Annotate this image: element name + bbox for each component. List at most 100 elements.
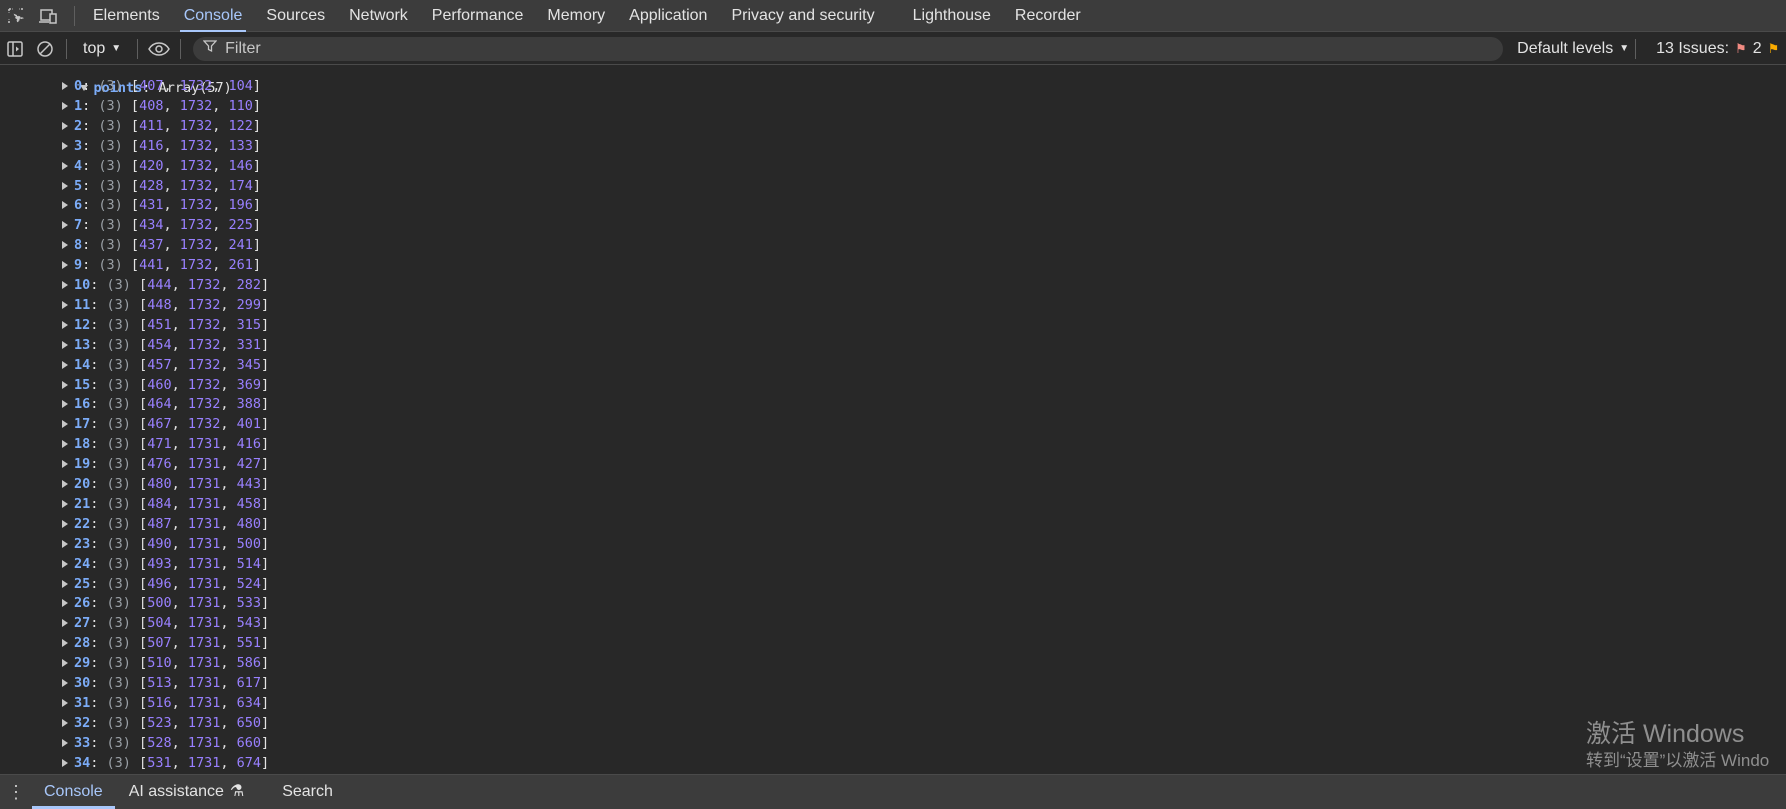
collapsed-triangle-icon[interactable] [62,400,68,409]
collapsed-triangle-icon[interactable] [62,480,68,488]
array-entry-row[interactable]: 8: (3) [437, 1732, 241] [62,235,261,255]
context-selector[interactable]: top ▼ [73,40,131,58]
collapsed-triangle-icon[interactable] [62,121,68,130]
collapsed-triangle-icon[interactable] [62,161,68,170]
collapsed-triangle-icon[interactable] [62,281,68,289]
array-entry-row[interactable]: 20: (3) [480, 1731, 443] [62,474,269,494]
tab-elements[interactable]: Elements [81,0,172,32]
collapsed-triangle-icon[interactable] [62,519,68,528]
collapsed-triangle-icon[interactable] [62,141,68,150]
drawer-tab-console[interactable]: Console [32,775,115,809]
filter-input[interactable]: Filter [193,36,1504,61]
array-entry-row[interactable]: 1: (3) [408, 1732, 110] [62,96,261,116]
collapsed-triangle-icon[interactable] [62,679,68,687]
collapsed-triangle-icon[interactable] [62,718,68,727]
array-entry-row[interactable]: 11: (3) [448, 1732, 299] [62,295,269,315]
collapsed-triangle-icon[interactable] [62,579,68,588]
array-entry-row[interactable]: 24: (3) [493, 1731, 514] [62,554,269,574]
collapsed-triangle-icon[interactable] [62,201,68,210]
array-entry-row[interactable]: 5: (3) [428, 1732, 174] [62,176,261,196]
array-entry-row[interactable]: 27: (3) [504, 1731, 543] [62,613,269,633]
array-entry-row[interactable]: 3: (3) [416, 1732, 133] [62,136,261,156]
collapsed-triangle-icon[interactable] [62,420,68,429]
sidebar-toggle-icon[interactable] [0,34,30,64]
collapsed-triangle-icon[interactable] [62,101,68,110]
collapsed-triangle-icon[interactable] [62,738,68,747]
entry-number: 1731 [187,754,221,771]
divider [1635,38,1637,59]
entry-index: 13 [74,336,91,353]
clear-console-icon[interactable] [30,34,60,64]
collapsed-triangle-icon[interactable] [62,340,68,349]
array-entry-row[interactable]: 28: (3) [507, 1731, 551] [62,633,269,653]
collapsed-triangle-icon[interactable] [62,639,68,648]
drawer-tab-ai-assistance[interactable]: AI assistance ⚗ [117,775,257,809]
array-entry-row[interactable]: 0: (3) [407, 1732, 104] [62,76,261,96]
array-entry-row[interactable]: 33: (3) [528, 1731, 660] [62,733,269,753]
collapsed-triangle-icon[interactable] [62,320,68,329]
collapsed-triangle-icon[interactable] [62,221,68,230]
array-entry-row[interactable]: 32: (3) [523, 1731, 650] [62,713,269,733]
collapsed-triangle-icon[interactable] [62,659,68,668]
array-entry-row[interactable]: 25: (3) [496, 1731, 524] [62,574,269,594]
array-entry-row[interactable]: 17: (3) [467, 1732, 401] [62,414,269,434]
array-entry-row[interactable]: 4: (3) [420, 1732, 146] [62,156,261,176]
tab-lighthouse[interactable]: Lighthouse [901,0,1003,32]
array-entry-row[interactable]: 14: (3) [457, 1732, 345] [62,355,269,375]
tab-application[interactable]: Application [617,0,719,32]
collapsed-triangle-icon[interactable] [62,460,68,469]
collapsed-triangle-icon[interactable] [62,619,68,628]
collapsed-triangle-icon[interactable] [62,559,68,568]
tab-memory[interactable]: Memory [535,0,617,32]
collapsed-triangle-icon[interactable] [62,360,68,369]
drawer-tab-search[interactable]: Search [270,775,345,809]
more-options-icon[interactable]: ⋮ [0,782,32,803]
array-entry-row[interactable]: 22: (3) [487, 1731, 480] [62,514,269,534]
inspect-element-icon[interactable] [0,0,32,32]
array-entry-row[interactable]: 9: (3) [441, 1732, 261] [62,255,261,275]
array-entry-row[interactable]: 16: (3) [464, 1732, 388] [62,394,269,414]
collapsed-triangle-icon[interactable] [62,300,68,309]
entry-number: 1732 [179,237,213,254]
array-entry-row[interactable]: 30: (3) [513, 1731, 617] [62,673,269,693]
array-entry-row[interactable]: 18: (3) [471, 1731, 416] [62,434,269,454]
array-entry-row[interactable]: 10: (3) [444, 1732, 282] [62,275,269,295]
array-entry-row[interactable]: 7: (3) [434, 1732, 225] [62,215,261,235]
device-toolbar-icon[interactable] [32,0,64,32]
array-entry-row[interactable]: 26: (3) [500, 1731, 533] [62,593,269,613]
collapsed-triangle-icon[interactable] [62,539,68,548]
issues-button[interactable]: 13 Issues: ⚑ 2 ⚑ [1656,40,1779,58]
collapsed-triangle-icon[interactable] [62,241,68,250]
tab-recorder[interactable]: Recorder [1003,0,1093,32]
entry-number: 1731 [187,734,221,751]
array-entry-row[interactable]: 2: (3) [411, 1732, 122] [62,116,261,136]
array-entry-row[interactable]: 21: (3) [484, 1731, 458] [62,494,269,514]
array-entry-row[interactable]: 12: (3) [451, 1732, 315] [62,315,269,335]
tab-console[interactable]: Console [172,0,255,32]
log-levels-dropdown[interactable]: Default levels ▼ [1517,40,1629,58]
tab-performance[interactable]: Performance [420,0,536,32]
array-entry-row[interactable]: 29: (3) [510, 1731, 586] [62,653,269,673]
tab-network[interactable]: Network [337,0,420,32]
collapsed-triangle-icon[interactable] [62,440,68,449]
entry-number: 500 [147,595,172,612]
collapsed-triangle-icon[interactable] [62,599,68,608]
array-entry-row[interactable]: 6: (3) [431, 1732, 196] [62,195,261,215]
collapsed-triangle-icon[interactable] [62,698,68,707]
entry-index: 8 [74,237,83,254]
collapsed-triangle-icon[interactable] [62,758,68,767]
array-entry-row[interactable]: 19: (3) [476, 1731, 427] [62,454,269,474]
collapsed-triangle-icon[interactable] [62,261,68,270]
array-entry-row[interactable]: 34: (3) [531, 1731, 674] [62,753,269,773]
live-expression-eye-icon[interactable] [144,34,174,64]
collapsed-triangle-icon[interactable] [62,82,68,90]
collapsed-triangle-icon[interactable] [62,499,68,508]
array-entry-row[interactable]: 23: (3) [490, 1731, 500] [62,534,269,554]
array-entry-row[interactable]: 15: (3) [460, 1732, 369] [62,375,269,395]
collapsed-triangle-icon[interactable] [62,181,68,190]
tab-sources[interactable]: Sources [254,0,337,32]
tab-privacy-and-security[interactable]: Privacy and security [719,0,886,32]
collapsed-triangle-icon[interactable] [62,380,68,389]
array-entry-row[interactable]: 13: (3) [454, 1732, 331] [62,335,269,355]
array-entry-row[interactable]: 31: (3) [516, 1731, 634] [62,693,269,713]
